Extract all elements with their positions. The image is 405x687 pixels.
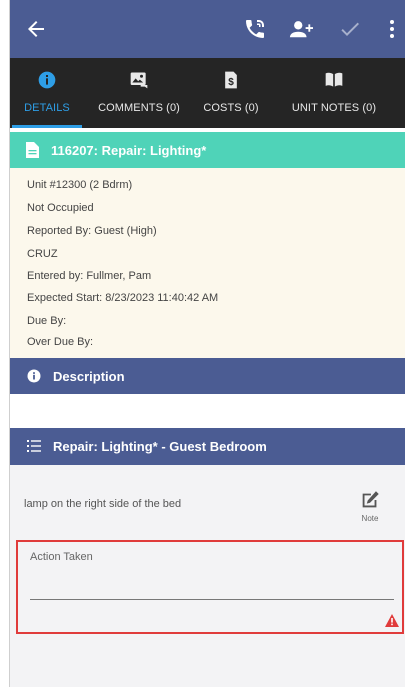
action-taken-field: Action Taken — [16, 540, 404, 634]
active-tab-indicator — [12, 125, 82, 128]
entered-by-line: Entered by: Fullmer, Pam — [27, 270, 152, 282]
reported-by-line: Reported By: Guest (High) — [27, 225, 157, 237]
more-vertical-icon[interactable] — [380, 17, 404, 41]
tab-bar: DETAILS COMMENTS (0) $ COSTS (0) UNIT NO… — [10, 58, 405, 128]
tab-costs[interactable]: $ COSTS (0) — [194, 58, 268, 128]
tab-label: UNIT NOTES (0) — [291, 102, 377, 114]
svg-text:$: $ — [228, 77, 234, 88]
checklist-icon — [27, 440, 41, 452]
description-title: Description — [53, 369, 125, 384]
edit-icon — [362, 491, 379, 508]
task-note-text: lamp on the right side of the bed — [24, 498, 182, 510]
info-circle-icon — [38, 71, 56, 89]
tab-label: COMMENTS (0) — [98, 102, 180, 114]
over-due-by-line: Over Due By: — [27, 336, 94, 348]
book-icon — [325, 72, 343, 87]
description-body — [10, 394, 405, 428]
due-by-line: Due By: — [27, 315, 67, 327]
tab-label: DETAILS — [24, 102, 70, 114]
app-bar — [10, 0, 405, 58]
arrow-left-icon[interactable] — [24, 17, 48, 41]
expected-start-line: Expected Start: 8/23/2023 11:40:42 AM — [27, 292, 219, 304]
task-title: Repair: Lighting* - Guest Bedroom — [53, 439, 267, 454]
unit-line: Unit #12300 (2 Bdrm) — [27, 179, 133, 191]
work-order-title: 116207: Repair: Lighting* — [51, 143, 207, 158]
tab-details[interactable]: DETAILS — [10, 58, 84, 128]
person-add-icon[interactable] — [289, 17, 313, 41]
action-taken-label: Action Taken — [30, 551, 93, 563]
phone-call-icon[interactable] — [243, 17, 267, 41]
note-button[interactable]: Note — [356, 489, 384, 529]
description-header[interactable]: Description — [10, 358, 405, 394]
tab-unit-notes[interactable]: UNIT NOTES (0) — [272, 58, 396, 128]
work-order-info: Unit #12300 (2 Bdrm) Not Occupied Report… — [10, 168, 405, 358]
document-icon — [26, 142, 39, 158]
occupancy-line: Not Occupied — [27, 202, 94, 214]
info-circle-icon — [27, 369, 41, 383]
dollar-doc-icon: $ — [225, 71, 237, 89]
note-button-label: Note — [361, 514, 379, 523]
action-taken-input[interactable] — [30, 568, 394, 600]
task-header[interactable]: Repair: Lighting* - Guest Bedroom — [10, 428, 405, 465]
work-order-header: 116207: Repair: Lighting* — [10, 132, 405, 168]
photo-comment-icon — [130, 72, 148, 89]
tab-label: COSTS (0) — [203, 102, 259, 114]
assignee-line: CRUZ — [27, 248, 58, 260]
warning-icon — [385, 614, 399, 627]
check-icon[interactable] — [338, 17, 362, 41]
tab-comments[interactable]: COMMENTS (0) — [84, 58, 194, 128]
work-order-screen: DETAILS COMMENTS (0) $ COSTS (0) UNIT NO… — [9, 0, 405, 687]
